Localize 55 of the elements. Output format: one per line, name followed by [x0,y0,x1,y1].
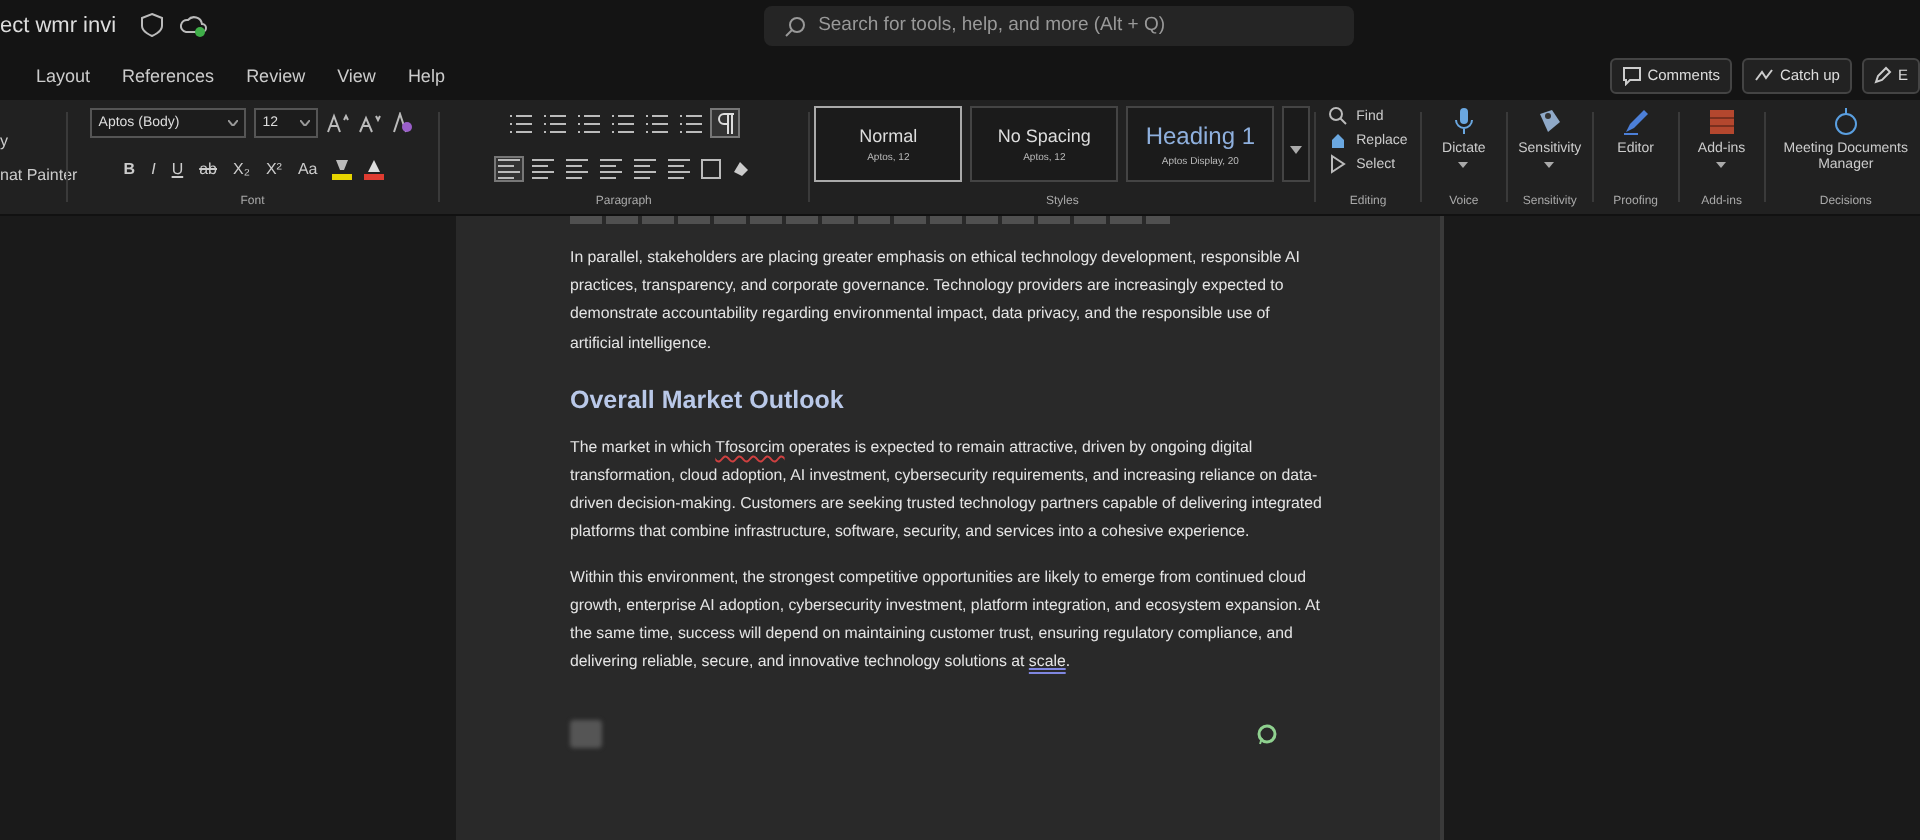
comment-icon [1621,65,1642,85]
ribbon-tab[interactable]: View [321,65,392,85]
format-button[interactable]: X² [261,159,286,177]
chevron-down-icon [300,120,311,126]
align-icon[interactable] [597,157,624,179]
search-field[interactable]: Search for tools, help, and more (Alt + Q) [764,5,1355,45]
clear-format-icon[interactable] [390,112,415,134]
search-icon [1328,106,1349,126]
format-button[interactable]: U [167,159,188,177]
document-title: ect wmr invi [0,13,117,37]
blurred-placeholder [570,720,602,749]
more-styles-button[interactable] [1282,106,1311,182]
list-icon[interactable] [678,113,705,133]
paragraph-mark-icon[interactable] [712,110,739,136]
format-button[interactable]: X₂ [229,159,254,177]
section-heading: Overall Market Outlook [570,385,846,414]
ribbon-tab[interactable]: Layout [20,65,107,85]
chat-bubble-icon[interactable] [1256,723,1278,746]
shading-icon[interactable] [729,157,752,179]
align-icon[interactable] [529,157,556,179]
list-icon[interactable] [576,113,603,133]
align-icon[interactable] [495,157,522,179]
ribbon-tab[interactable]: Review [230,65,322,85]
clipboard-command[interactable]: nat Painter [0,165,78,183]
microphone-icon [1451,106,1476,138]
highlighter-icon[interactable] [329,157,354,179]
format-button[interactable]: Aa [293,159,322,177]
align-icon[interactable] [665,157,692,179]
list-icon[interactable] [644,113,671,133]
pointer-icon [1328,154,1349,174]
clipboard-command[interactable]: y [0,131,8,149]
list-icon[interactable] [610,113,637,133]
format-button[interactable]: B [119,159,140,177]
ribbon-tab[interactable]: Help [391,65,461,85]
grid-icon [1705,106,1738,138]
replace-icon [1328,130,1349,150]
caret-icon [1290,145,1303,153]
cloud-check-icon[interactable] [180,13,209,37]
zigzag-icon [1753,67,1774,83]
shrink-font-icon[interactable] [358,112,383,134]
pencil-icon [1873,66,1892,84]
grow-font-icon[interactable] [326,112,351,134]
align-icon[interactable] [631,157,658,179]
list-icon[interactable] [542,113,569,133]
circle-icon [1831,106,1860,138]
list-icon[interactable] [508,113,535,133]
font-color-icon[interactable] [361,157,386,179]
format-button[interactable]: ab [195,159,221,177]
chevron-down-icon [228,120,239,126]
pen-icon [1619,106,1652,138]
shield-icon[interactable] [140,12,165,38]
border-icon[interactable] [699,157,722,179]
align-icon[interactable] [563,157,590,179]
format-button[interactable]: I [147,159,160,177]
ribbon-tab[interactable]: References [106,65,231,85]
